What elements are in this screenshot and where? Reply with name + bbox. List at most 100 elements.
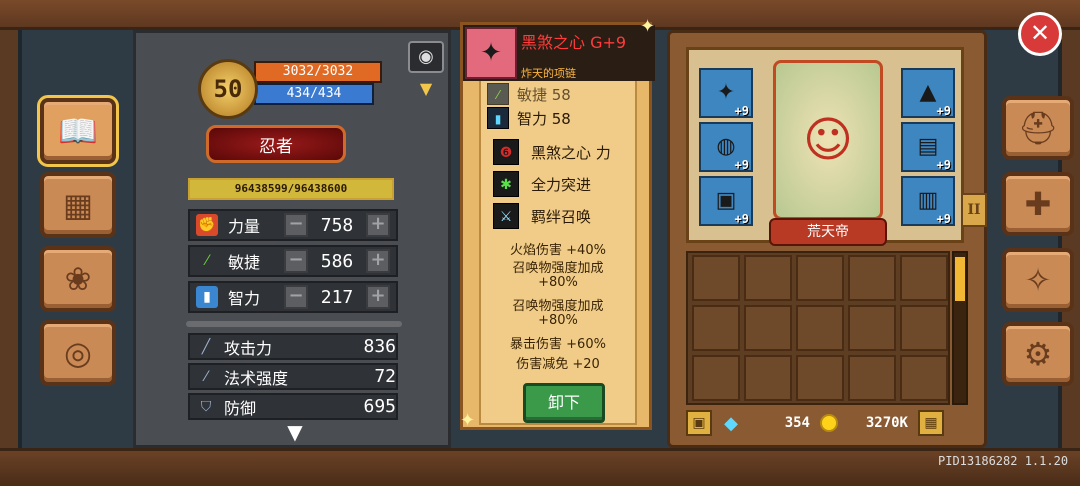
sword-icon: ╱ — [201, 338, 211, 355]
necklace-slot-icon: ✦ — [716, 80, 736, 105]
equip-slot-boots[interactable]: ▥ +9 — [901, 176, 955, 226]
bonus-line: +80% — [538, 275, 578, 290]
inventory-slot[interactable] — [744, 255, 792, 301]
camera-icon: ◉ — [418, 46, 434, 67]
currency-bar: ▣ ◆ 354 3270K ▦ — [686, 407, 966, 439]
book-blue-icon: ▮ — [487, 107, 509, 129]
stat-label: 法术强度 — [224, 368, 289, 388]
slot-enhance-level: +9 — [734, 104, 749, 118]
inventory-slot[interactable] — [744, 355, 792, 401]
paw-icon: ❀ — [64, 260, 92, 298]
sort-icon[interactable]: ▦ — [918, 410, 944, 436]
item-attr-agility: ⁄ 敏捷 58 — [487, 83, 571, 105]
gear-icon: ⚙ — [1023, 335, 1053, 373]
wheel-icon: ◎ — [64, 334, 92, 372]
nav-settings-button[interactable]: ⚙ — [1002, 322, 1074, 386]
nav-upgrade-button[interactable]: ✚ — [1002, 172, 1074, 236]
attr-label: 智力 — [228, 289, 261, 308]
inventory-slot[interactable] — [796, 255, 844, 301]
equip-slot-helmet[interactable]: ▲ +9 — [901, 68, 955, 118]
slot-enhance-level: +9 — [734, 212, 749, 226]
character-stats-panel: 3032/3032 434/434 50 ◉ ▼ 忍者 96438599/964… — [133, 30, 451, 448]
equip-slot-ring[interactable]: ◍ +9 — [699, 122, 753, 172]
glove-slot-icon: ▤ — [917, 134, 939, 159]
strength-minus-button[interactable]: − — [284, 213, 308, 237]
agility-plus-button[interactable]: + — [366, 249, 390, 273]
bonus-line: 召唤物强度加成 — [512, 261, 604, 276]
item-skill[interactable]: ✱ 全力突进 — [493, 171, 591, 197]
inventory-slot[interactable] — [900, 355, 948, 401]
nav-gear-button[interactable]: ⛑ — [1002, 96, 1074, 160]
hero-avatar-icon: ☺ — [802, 112, 854, 168]
equip-slot-armor[interactable]: ▣ +9 — [699, 176, 753, 226]
nav-wheel-button[interactable]: ◎ — [40, 320, 116, 386]
item-subtitle: 炸天的项链 — [521, 67, 576, 80]
page-tab-button[interactable]: II — [961, 193, 987, 227]
stat-row-spell-power: ⁄ 法术强度 72 — [188, 363, 398, 390]
coin-icon — [820, 414, 838, 432]
sparkle-icon: ✦ — [640, 16, 656, 37]
equip-slot-gloves[interactable]: ▤ +9 — [901, 122, 955, 172]
book-icon: 📖 — [58, 112, 98, 150]
stat-row-attack: ╱ 攻击力 836 — [188, 333, 398, 360]
item-header: ✦ 黑煞之心 G+9 炸天的项链 — [463, 25, 655, 81]
nav-chest-button[interactable]: ▦ — [40, 172, 116, 238]
inventory-slot[interactable] — [848, 355, 896, 401]
close-icon: ✕ — [1029, 19, 1051, 47]
equipment-area: ✦ +9 ◍ +9 ▣ +9 ▲ +9 ▤ +9 ▥ +9 ☺ 荒天帝 — [686, 47, 964, 246]
inventory-slot[interactable] — [744, 305, 792, 351]
upgrade-icon: ✚ — [1024, 185, 1052, 223]
ring-slot-icon: ◍ — [716, 134, 736, 159]
close-button[interactable]: ✕ — [1018, 12, 1062, 56]
agility-minus-button[interactable]: − — [284, 249, 308, 273]
item-skill[interactable]: ⚔ 羁绊召唤 — [493, 203, 591, 229]
item-detail-panel: ✦ 黑煞之心 G+9 炸天的项链 ⁄ 敏捷 58 ▮ 智力 58 ❻ 黑煞之心 … — [460, 22, 655, 430]
bonus-line: +80% — [538, 313, 578, 328]
attr-row-strength: ✊ 力量 − 758 + — [188, 209, 398, 241]
bonus-line: 暴击伤害 +60% — [510, 337, 606, 352]
intelligence-minus-button[interactable]: − — [284, 285, 308, 309]
inventory-slot[interactable] — [900, 305, 948, 351]
strength-plus-button[interactable]: + — [366, 213, 390, 237]
wand-icon: ⁄ — [204, 368, 208, 385]
nav-skill-button[interactable]: ✧ — [1002, 248, 1074, 312]
intelligence-plus-button[interactable]: + — [366, 285, 390, 309]
inventory-scrollbar[interactable] — [952, 251, 968, 405]
scrollbar-thumb[interactable] — [955, 257, 965, 301]
inventory-slot[interactable] — [692, 355, 740, 401]
necklace-icon: ✦ — [465, 27, 517, 79]
mp-bar: 434/434 — [254, 83, 374, 105]
equipment-panel: ✦ +9 ◍ +9 ▣ +9 ▲ +9 ▤ +9 ▥ +9 ☺ 荒天帝 II ▣… — [667, 30, 987, 448]
inventory-slot[interactable] — [900, 255, 948, 301]
item-skill[interactable]: ❻ 黑煞之心 力 — [493, 139, 611, 165]
hero-portrait[interactable]: ☺ — [773, 60, 883, 220]
inventory-slot[interactable] — [796, 305, 844, 351]
attr-label: 力量 — [228, 217, 261, 236]
attr-value: 217 — [320, 286, 354, 308]
inventory-slot[interactable] — [692, 255, 740, 301]
skill-label: 羁绊召唤 — [531, 207, 592, 226]
level-badge: 50 — [198, 59, 258, 119]
inventory-slot[interactable] — [692, 305, 740, 351]
equip-slot-necklace[interactable]: ✦ +9 — [699, 68, 753, 118]
exp-bar: 96438599/96438600 — [188, 178, 394, 200]
unequip-button[interactable]: 卸下 — [523, 383, 605, 423]
exp-text: 96438599/96438600 — [234, 182, 348, 195]
book-blue-icon: ▮ — [196, 286, 218, 308]
storage-icon[interactable]: ▣ — [686, 410, 712, 436]
attr-row-agility: ⁄ 敏捷 − 586 + — [188, 245, 398, 277]
chest-icon: ▦ — [62, 186, 94, 224]
nav-codex-button[interactable]: 📖 — [37, 95, 119, 167]
inventory-slot[interactable] — [848, 305, 896, 351]
screenshot-button[interactable]: ◉ — [408, 41, 444, 73]
stat-label: 攻击力 — [224, 338, 273, 358]
stat-value: 72 — [374, 366, 396, 387]
bookmark-icon[interactable]: ▼ — [418, 79, 434, 99]
inventory-slot[interactable] — [848, 255, 896, 301]
nav-pet-button[interactable]: ❀ — [40, 246, 116, 312]
item-name: 黑煞之心 G+9 — [521, 33, 627, 52]
dark-heart-icon: ❻ — [493, 139, 519, 165]
inventory-slot[interactable] — [796, 355, 844, 401]
scroll-down-icon[interactable]: ▼ — [271, 421, 319, 443]
item-attr-intelligence: ▮ 智力 58 — [487, 107, 571, 129]
